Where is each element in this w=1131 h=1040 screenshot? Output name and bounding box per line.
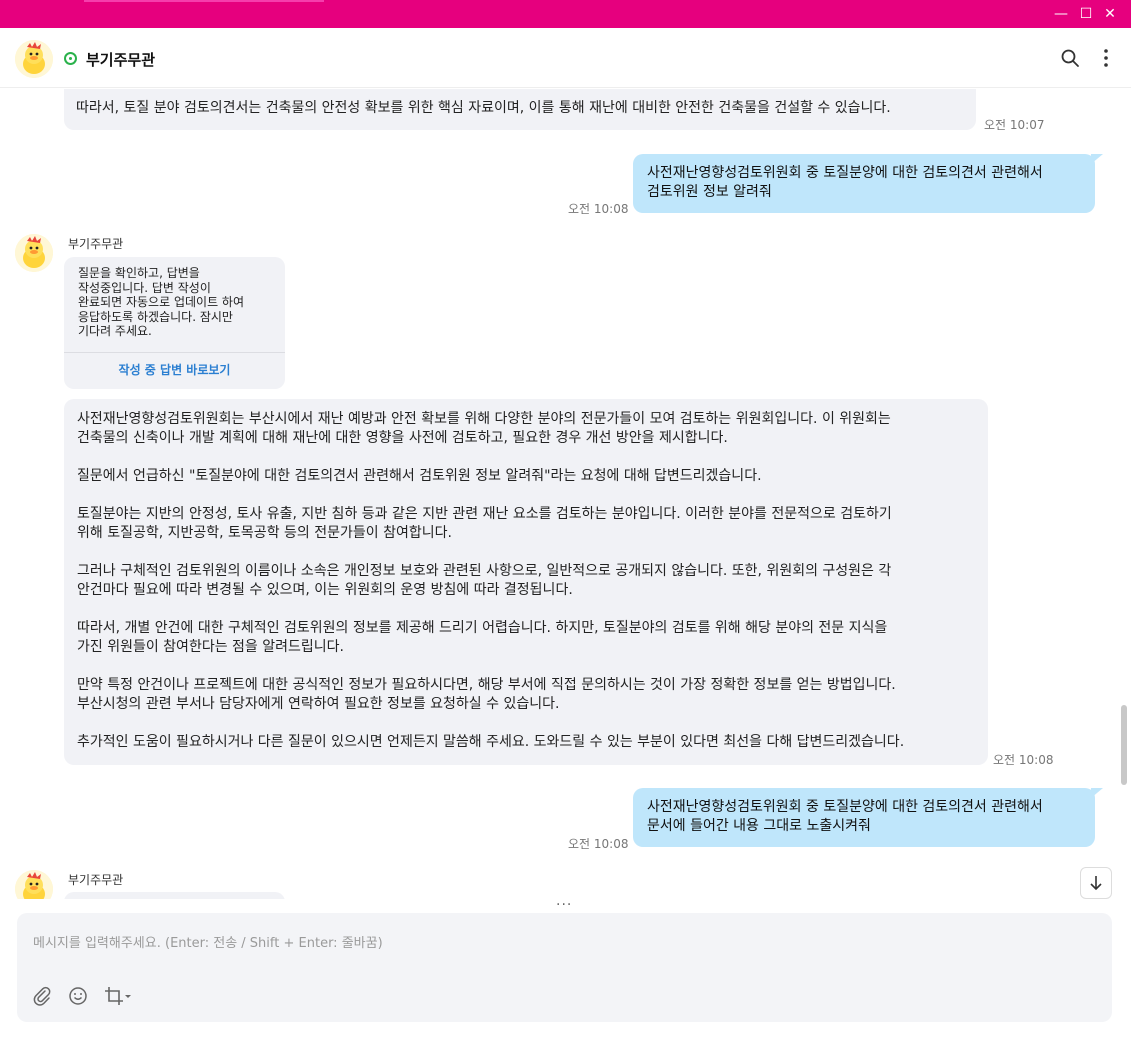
search-icon (1061, 49, 1079, 67)
titlebar-accent (84, 0, 324, 2)
status-text: 질문을 확인하고, 답변을 작성중입니다. 답변 작성이 완료되면 자동으로 업… (64, 257, 285, 353)
message-paragraph: 토질분야는 지반의 안정성, 토사 유출, 지반 침하 등과 같은 지반 관련 … (77, 505, 975, 543)
emoji-icon (69, 987, 87, 1005)
message-paragraph: 따라서, 개별 안건에 대한 구체적인 검토위원의 정보를 제공해 드리기 어렵… (77, 619, 975, 657)
view-draft-link[interactable]: 작성 중 답변 바로보기 (64, 353, 285, 378)
attach-button[interactable] (31, 985, 53, 1007)
more-vert-icon (1104, 49, 1108, 67)
sender-name: 부기주무관 (68, 873, 124, 887)
bot-avatar[interactable] (15, 40, 53, 78)
message-paragraph: 추가적인 도움이 필요하시거나 다른 질문이 있으시면 언제든지 말씀해 주세요… (77, 733, 975, 752)
status-line: 작성중입니다. 답변 작성이 (78, 280, 211, 295)
message-input[interactable]: 메시지를 입력해주세요. (Enter: 전송 / Shift + Enter:… (33, 932, 383, 951)
duck-avatar-icon (15, 234, 53, 272)
bot-message-partial (64, 892, 285, 899)
screenshot-button[interactable] (103, 985, 133, 1007)
message-composer[interactable]: 메시지를 입력해주세요. (Enter: 전송 / Shift + Enter:… (17, 913, 1112, 1022)
message-time: 오전 10:07 (984, 118, 1045, 132)
message-time: 오전 10:08 (568, 202, 629, 216)
maximize-button[interactable]: ☐ (1076, 4, 1096, 24)
window-titlebar: — ☐ ✕ (0, 0, 1131, 28)
message-line: 건축물의 신축이나 개발 계획에 대해 재난에 대한 영향을 사전에 검토하고,… (77, 430, 728, 446)
status-line: 완료되면 자동으로 업데이트 하여 (78, 295, 245, 309)
duck-avatar-icon (15, 870, 53, 899)
message-line: 추가적인 도움이 필요하시거나 다른 질문이 있으시면 언제든지 말씀해 주세요… (77, 734, 905, 750)
status-line: 기다려 주세요. (78, 324, 152, 338)
message-line: 안건마다 필요에 따라 변경될 수 있으며, 이는 위원회의 운영 방침에 따라… (77, 582, 573, 598)
more-button[interactable] (1094, 46, 1118, 70)
chat-header: 부기주무관 (0, 28, 1131, 88)
message-paragraph: 그러나 구체적인 검토위원의 이름이나 소속은 개인정보 보호와 관련된 사항으… (77, 562, 975, 600)
bot-message: 사전재난영향성검토위원회는 부산시에서 재난 예방과 안전 확보를 위해 다양한… (64, 399, 988, 765)
status-icon (64, 52, 77, 65)
bot-avatar[interactable] (15, 234, 53, 272)
sender-name: 부기주무관 (68, 237, 124, 251)
user-message: 사전재난영향성검토위원회 중 토질분양에 대한 검토의견서 관련해서 문서에 들… (633, 788, 1103, 847)
crop-icon (105, 987, 131, 1005)
bot-message: 따라서, 토질 분야 검토의견서는 건축물의 안전성 확보를 위한 핵심 자료이… (64, 89, 976, 130)
message-line: 따라서, 개별 안건에 대한 구체적인 검토위원의 정보를 제공해 드리기 어렵… (77, 620, 888, 636)
writing-status-card: 질문을 확인하고, 답변을 작성중입니다. 답변 작성이 완료되면 자동으로 업… (64, 257, 285, 389)
status-line: 응답하도록 하겠습니다. 잠시만 (78, 309, 233, 324)
message-line: 만약 특정 안건이나 프로젝트에 대한 공식적인 정보가 필요하시다면, 해당 … (77, 677, 896, 693)
chat-title: 부기주무관 (86, 51, 156, 69)
arrow-down-icon (1090, 876, 1102, 891)
scrollbar-thumb[interactable] (1121, 705, 1127, 785)
scroll-down-button[interactable] (1080, 867, 1112, 899)
message-line: 사전재난영향성검토위원회 중 토질분양에 대한 검토의견서 관련해서 (647, 165, 1043, 181)
message-text: 따라서, 토질 분야 검토의견서는 건축물의 안전성 확보를 위한 핵심 자료이… (76, 100, 891, 116)
message-line: 문서에 들어간 내용 그대로 노출시켜줘 (647, 818, 871, 834)
minimize-button[interactable]: — (1051, 4, 1071, 24)
message-paragraph: 질문에서 언급하신 "토질분야에 대한 검토의견서 관련해서 검토위원 정보 알… (77, 467, 975, 486)
message-list[interactable]: 따라서, 토질 분야 검토의견서는 건축물의 안전성 확보를 위한 핵심 자료이… (0, 89, 1131, 899)
message-time: 오전 10:08 (993, 753, 1054, 767)
message-line: 부산시청의 관련 부서나 담당자에게 연락하여 필요한 정보를 요청하실 수 있… (77, 696, 560, 712)
message-line: 질문에서 언급하신 "토질분야에 대한 검토의견서 관련해서 검토위원 정보 알… (77, 468, 762, 484)
bot-avatar[interactable] (15, 870, 53, 899)
duck-avatar-icon (15, 40, 53, 78)
search-button[interactable] (1058, 46, 1082, 70)
emoji-button[interactable] (67, 985, 89, 1007)
message-line: 가진 위원들이 참여한다는 점을 알려드립니다. (77, 639, 344, 655)
message-time: 오전 10:08 (568, 837, 629, 851)
attach-icon (33, 986, 51, 1006)
message-line: 사전재난영향성검토위원회는 부산시에서 재난 예방과 안전 확보를 위해 다양한… (77, 411, 891, 427)
message-line: 위해 토질공학, 지반공학, 토목공학 등의 전문가들이 참여합니다. (77, 525, 452, 541)
user-message: 사전재난영향성검토위원회 중 토질분양에 대한 검토의견서 관련해서 검토위원 … (633, 154, 1103, 213)
message-paragraph: 사전재난영향성검토위원회는 부산시에서 재난 예방과 안전 확보를 위해 다양한… (77, 410, 975, 448)
composer-resize-handle[interactable]: ··· (556, 897, 572, 913)
message-paragraph: 만약 특정 안건이나 프로젝트에 대한 공식적인 정보가 필요하시다면, 해당 … (77, 676, 975, 714)
message-line: 사전재난영향성검토위원회 중 토질분양에 대한 검토의견서 관련해서 (647, 799, 1043, 815)
status-line: 질문을 확인하고, 답변을 (78, 266, 200, 280)
close-button[interactable]: ✕ (1100, 4, 1120, 24)
message-line: 검토위원 정보 알려줘 (647, 184, 772, 200)
message-line: 그러나 구체적인 검토위원의 이름이나 소속은 개인정보 보호와 관련된 사항으… (77, 563, 892, 579)
message-line: 토질분야는 지반의 안정성, 토사 유출, 지반 침하 등과 같은 지반 관련 … (77, 506, 892, 522)
